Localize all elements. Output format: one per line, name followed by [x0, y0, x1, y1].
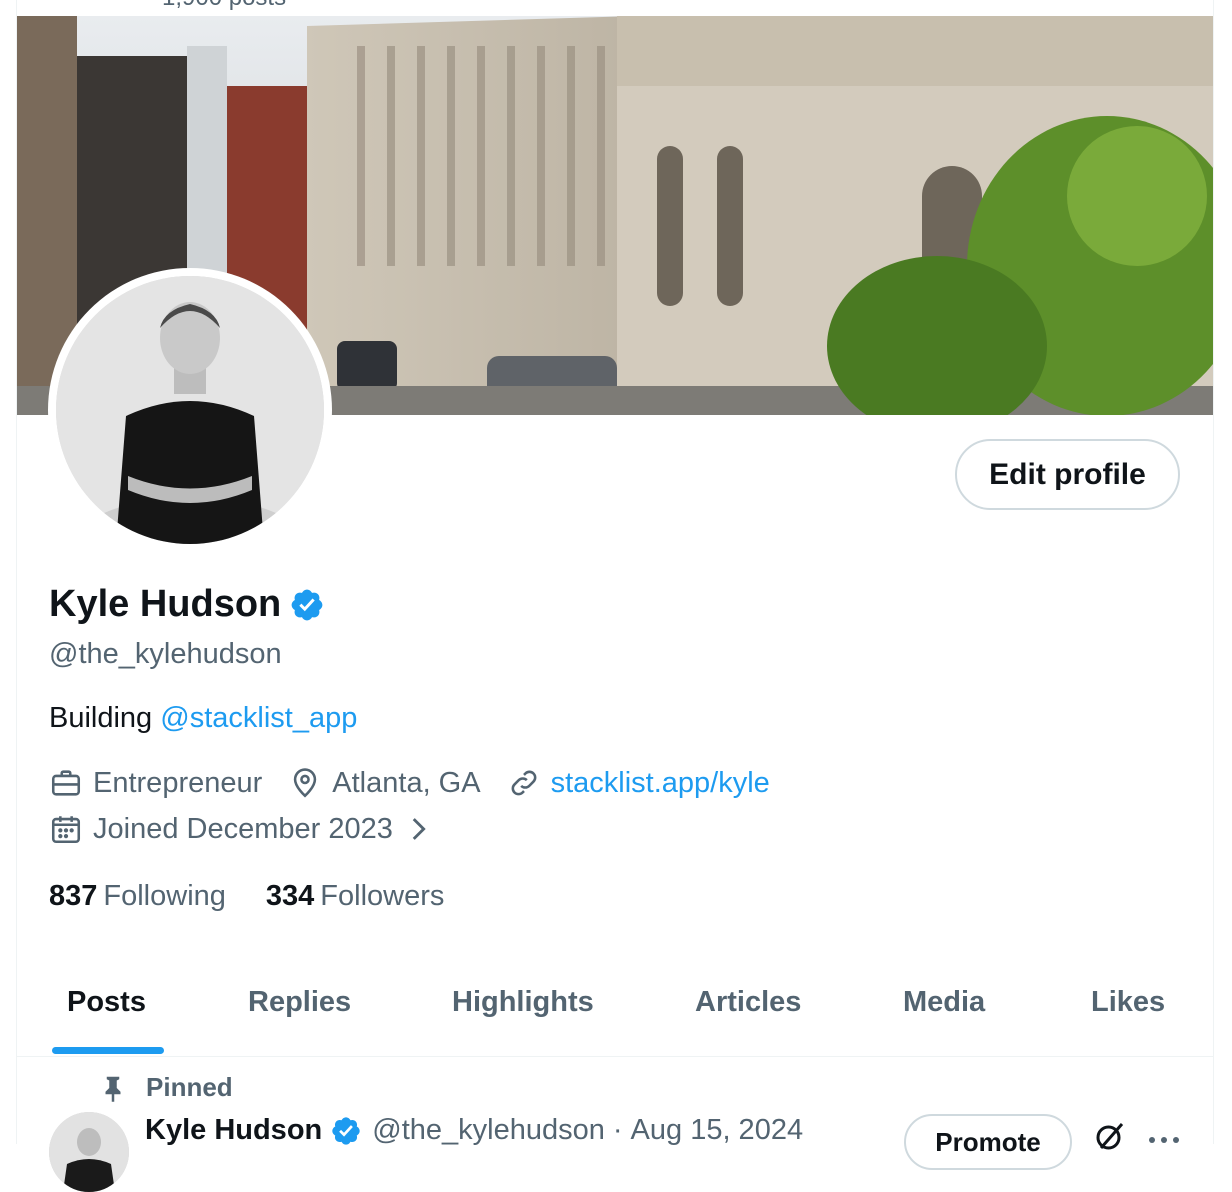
profile-handle: @the_kylehudson [49, 638, 282, 670]
joined-row[interactable]: Joined December 2023 [49, 812, 445, 846]
post-date[interactable]: Aug 15, 2024 [631, 1114, 804, 1147]
profession-text: Entrepreneur [93, 766, 263, 799]
tab-articles[interactable]: Articles [695, 986, 801, 1019]
calendar-icon [51, 816, 81, 844]
bio-mention-link[interactable]: @stacklist_app [160, 702, 357, 734]
tab-media[interactable]: Media [903, 986, 985, 1019]
link-icon [511, 770, 536, 796]
avatar-photo [56, 276, 324, 544]
profile-avatar[interactable] [48, 268, 332, 552]
chevron-right-icon [412, 818, 426, 840]
followers-stat[interactable]: 334 Followers [266, 880, 444, 913]
followers-label: Followers [320, 880, 445, 912]
post-author-name[interactable]: Kyle Hudson [145, 1114, 322, 1147]
verified-badge-icon[interactable] [289, 587, 325, 623]
edit-profile-button[interactable]: Edit profile [955, 439, 1180, 510]
profile-bio: Building @stacklist_app [49, 702, 357, 735]
promote-button[interactable]: Promote [904, 1114, 1072, 1170]
more-options-icon[interactable] [1144, 1118, 1184, 1154]
post-meta-separator: · [612, 1114, 623, 1146]
tab-highlights[interactable]: Highlights [452, 986, 594, 1019]
post-author-avatar[interactable] [49, 1112, 129, 1192]
tab-posts[interactable]: Posts [67, 986, 146, 1019]
briefcase-icon [51, 770, 81, 796]
joined-text: Joined December 2023 [93, 812, 393, 845]
post-header: Kyle Hudson @the_kylehudson · Aug 15, 20… [145, 1114, 803, 1147]
profile-tabs: Posts Replies Highlights Articles Media … [17, 960, 1213, 1057]
pin-icon [105, 1076, 121, 1102]
location-text: Atlanta, GA [332, 766, 481, 799]
grok-icon[interactable] [1092, 1118, 1128, 1154]
pinned-indicator: Pinned [98, 1072, 233, 1103]
tab-likes[interactable]: Likes [1091, 986, 1165, 1019]
active-tab-indicator [52, 1047, 164, 1054]
following-count: 837 [49, 880, 98, 912]
joined-item[interactable]: Joined December 2023 [49, 812, 445, 846]
location-item: Atlanta, GA [288, 766, 481, 800]
post-author-handle[interactable]: @the_kylehudson [372, 1114, 605, 1147]
bio-text: Building [49, 702, 153, 734]
map-pin-icon [294, 768, 317, 798]
tab-replies[interactable]: Replies [248, 986, 351, 1019]
website-item[interactable]: stacklist.app/kyle [507, 766, 770, 800]
followers-count: 334 [265, 880, 315, 912]
profile-stats: 837 Following 334 Followers [49, 880, 484, 913]
profession-item: Entrepreneur [49, 766, 262, 800]
profile-meta-row: Entrepreneur Atlanta, GA stacklist.app/k… [49, 766, 796, 800]
profile-name: Kyle Hudson [49, 583, 282, 625]
following-label: Following [103, 880, 226, 912]
website-link[interactable]: stacklist.app/kyle [551, 767, 770, 800]
verified-badge-icon[interactable] [330, 1115, 362, 1147]
following-stat[interactable]: 837 Following [49, 880, 226, 913]
profile-name-row: Kyle Hudson [49, 583, 325, 626]
pinned-label: Pinned [146, 1072, 233, 1102]
